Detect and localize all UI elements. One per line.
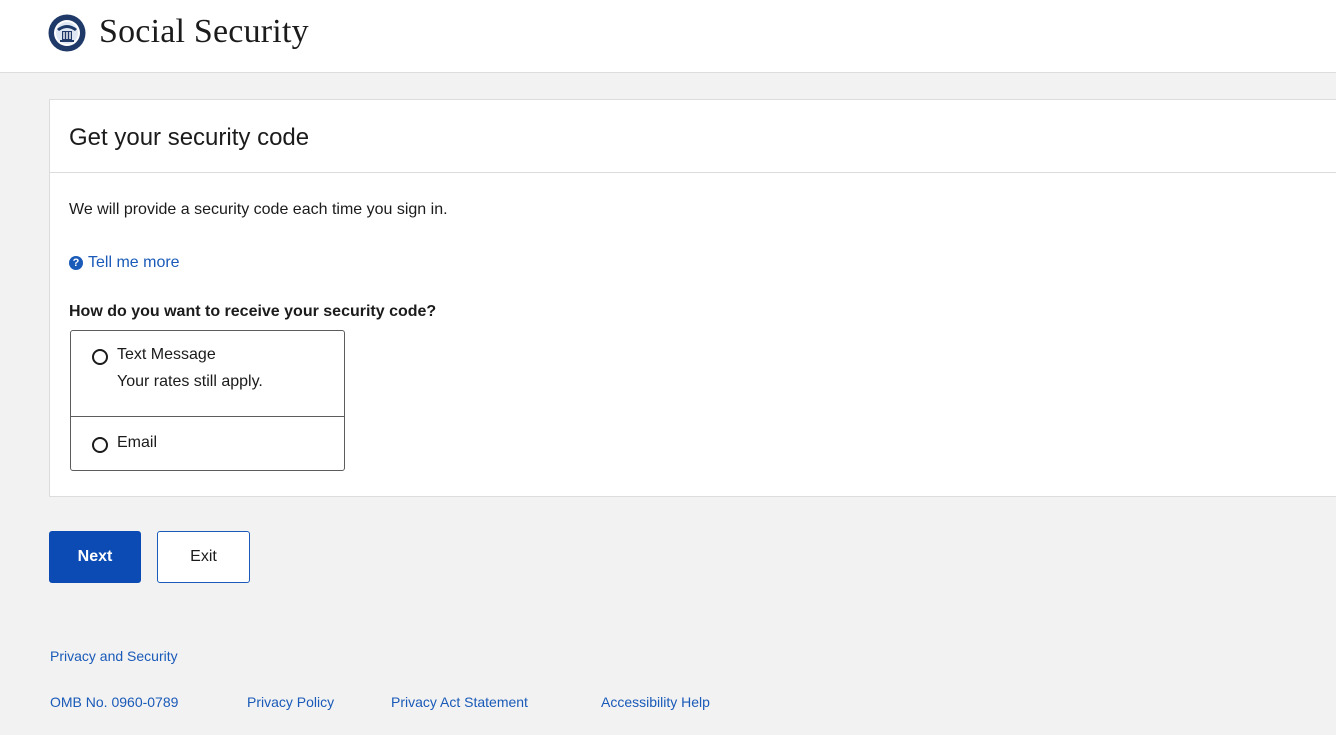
next-button[interactable]: Next	[49, 531, 141, 583]
email-label: Email	[117, 434, 158, 451]
exit-button[interactable]: Exit	[157, 531, 250, 583]
page-title: Get your security code	[69, 124, 310, 151]
text-message-label: Text Message	[117, 346, 216, 363]
privacy-act-statement-link[interactable]: Privacy Act Statement	[391, 694, 528, 710]
intro-text: We will provide a security code each tim…	[69, 201, 448, 218]
option-text-message[interactable]: Text Message Your rates still apply.	[71, 331, 344, 417]
site-brand[interactable]: Social Security	[99, 13, 309, 51]
delivery-question: How do you want to receive your security…	[69, 303, 437, 320]
option-email[interactable]: Email	[71, 417, 344, 470]
tell-me-more-link[interactable]: ? Tell me more	[69, 254, 180, 272]
email-radio[interactable]	[92, 437, 108, 453]
accessibility-help-link[interactable]: Accessibility Help	[601, 694, 710, 710]
panel-divider	[50, 172, 1336, 173]
tell-me-more-label: Tell me more	[88, 254, 180, 271]
ssa-seal-icon[interactable]	[48, 14, 86, 52]
text-message-note: Your rates still apply.	[117, 373, 263, 390]
privacy-security-link[interactable]: Privacy and Security	[50, 648, 178, 664]
question-circle-icon: ?	[69, 256, 83, 270]
omb-number: OMB No. 0960-0789	[50, 694, 179, 710]
text-message-radio[interactable]	[92, 349, 108, 365]
privacy-policy-link[interactable]: Privacy Policy	[247, 694, 334, 710]
security-code-panel: Get your security code We will provide a…	[49, 99, 1336, 497]
delivery-options: Text Message Your rates still apply. Ema…	[70, 330, 345, 471]
site-header: Social Security	[0, 0, 1336, 73]
